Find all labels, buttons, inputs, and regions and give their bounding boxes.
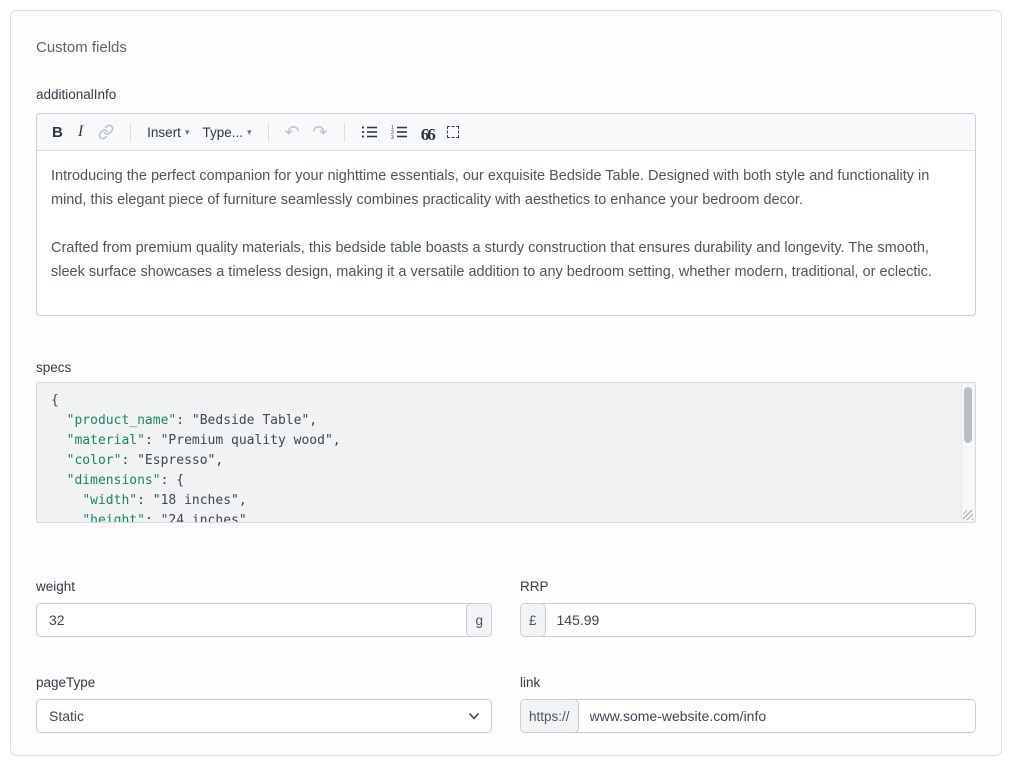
weight-input-group: g bbox=[36, 603, 492, 637]
rrp-input-group: £ bbox=[520, 603, 976, 637]
field-link: link https:// bbox=[520, 675, 976, 733]
field-pageType: pageType Static bbox=[36, 675, 492, 733]
toolbar-divider bbox=[130, 123, 131, 142]
weight-unit-addon: g bbox=[466, 603, 492, 637]
field-weight: weight g bbox=[36, 579, 492, 637]
chevron-down-icon: ▾ bbox=[185, 127, 190, 138]
weight-input[interactable] bbox=[37, 604, 467, 636]
toolbar-divider bbox=[268, 123, 269, 142]
field-label-weight: weight bbox=[36, 579, 492, 594]
type-dropdown-label: Type... bbox=[202, 125, 243, 140]
link-input-group: https:// bbox=[520, 699, 976, 733]
redo-icon[interactable]: ↷ bbox=[313, 123, 328, 141]
chevron-down-icon: ▾ bbox=[247, 127, 252, 138]
specs-code-editor[interactable]: { "product_name": "Bedside Table", "mate… bbox=[36, 382, 976, 523]
inline-object-icon[interactable] bbox=[447, 126, 459, 138]
italic-button[interactable]: I bbox=[76, 124, 85, 140]
numbered-list-icon[interactable]: 1 2 3 bbox=[391, 124, 408, 140]
rte-content[interactable]: Introducing the perfect companion for yo… bbox=[37, 151, 975, 297]
blockquote-icon[interactable]: 66 bbox=[421, 122, 434, 143]
field-label-pageType: pageType bbox=[36, 675, 492, 690]
rrp-input[interactable] bbox=[545, 604, 975, 636]
insert-dropdown[interactable]: Insert ▾ bbox=[147, 125, 189, 140]
scrollbar-thumb[interactable] bbox=[964, 387, 972, 443]
specs-code[interactable]: { "product_name": "Bedside Table", "mate… bbox=[37, 383, 975, 522]
link-input[interactable] bbox=[578, 700, 975, 732]
pageType-select[interactable]: Static bbox=[36, 699, 492, 733]
scrollbar[interactable] bbox=[961, 384, 974, 521]
field-label-link: link bbox=[520, 675, 976, 690]
pageType-select-wrap: Static bbox=[36, 699, 492, 733]
bullet-list-icon[interactable] bbox=[361, 124, 378, 140]
svg-text:3: 3 bbox=[391, 135, 394, 140]
currency-addon: £ bbox=[520, 603, 546, 637]
field-label-rrp: RRP bbox=[520, 579, 976, 594]
type-style-dropdown[interactable]: Type... ▾ bbox=[202, 125, 251, 140]
field-label-additionalInfo: additionalInfo bbox=[36, 87, 976, 102]
toolbar-divider bbox=[344, 123, 345, 142]
link-icon[interactable] bbox=[98, 124, 114, 140]
bold-button[interactable]: B bbox=[52, 125, 63, 140]
protocol-addon: https:// bbox=[520, 699, 579, 733]
rich-text-editor: B I Insert ▾ Type... ▾ ↶ ↷ bbox=[36, 113, 976, 316]
paragraph: Introducing the perfect companion for yo… bbox=[51, 164, 961, 212]
resize-handle-icon[interactable] bbox=[963, 510, 973, 520]
rte-toolbar: B I Insert ▾ Type... ▾ ↶ ↷ bbox=[37, 114, 975, 151]
custom-fields-card: Custom fields additionalInfo B I Insert … bbox=[10, 10, 1002, 756]
field-rrp: RRP £ bbox=[520, 579, 976, 637]
paragraph: Crafted from premium quality materials, … bbox=[51, 236, 961, 284]
insert-dropdown-label: Insert bbox=[147, 125, 181, 140]
undo-icon[interactable]: ↶ bbox=[285, 123, 300, 141]
field-label-specs: specs bbox=[36, 360, 976, 375]
page-title: Custom fields bbox=[36, 39, 976, 56]
